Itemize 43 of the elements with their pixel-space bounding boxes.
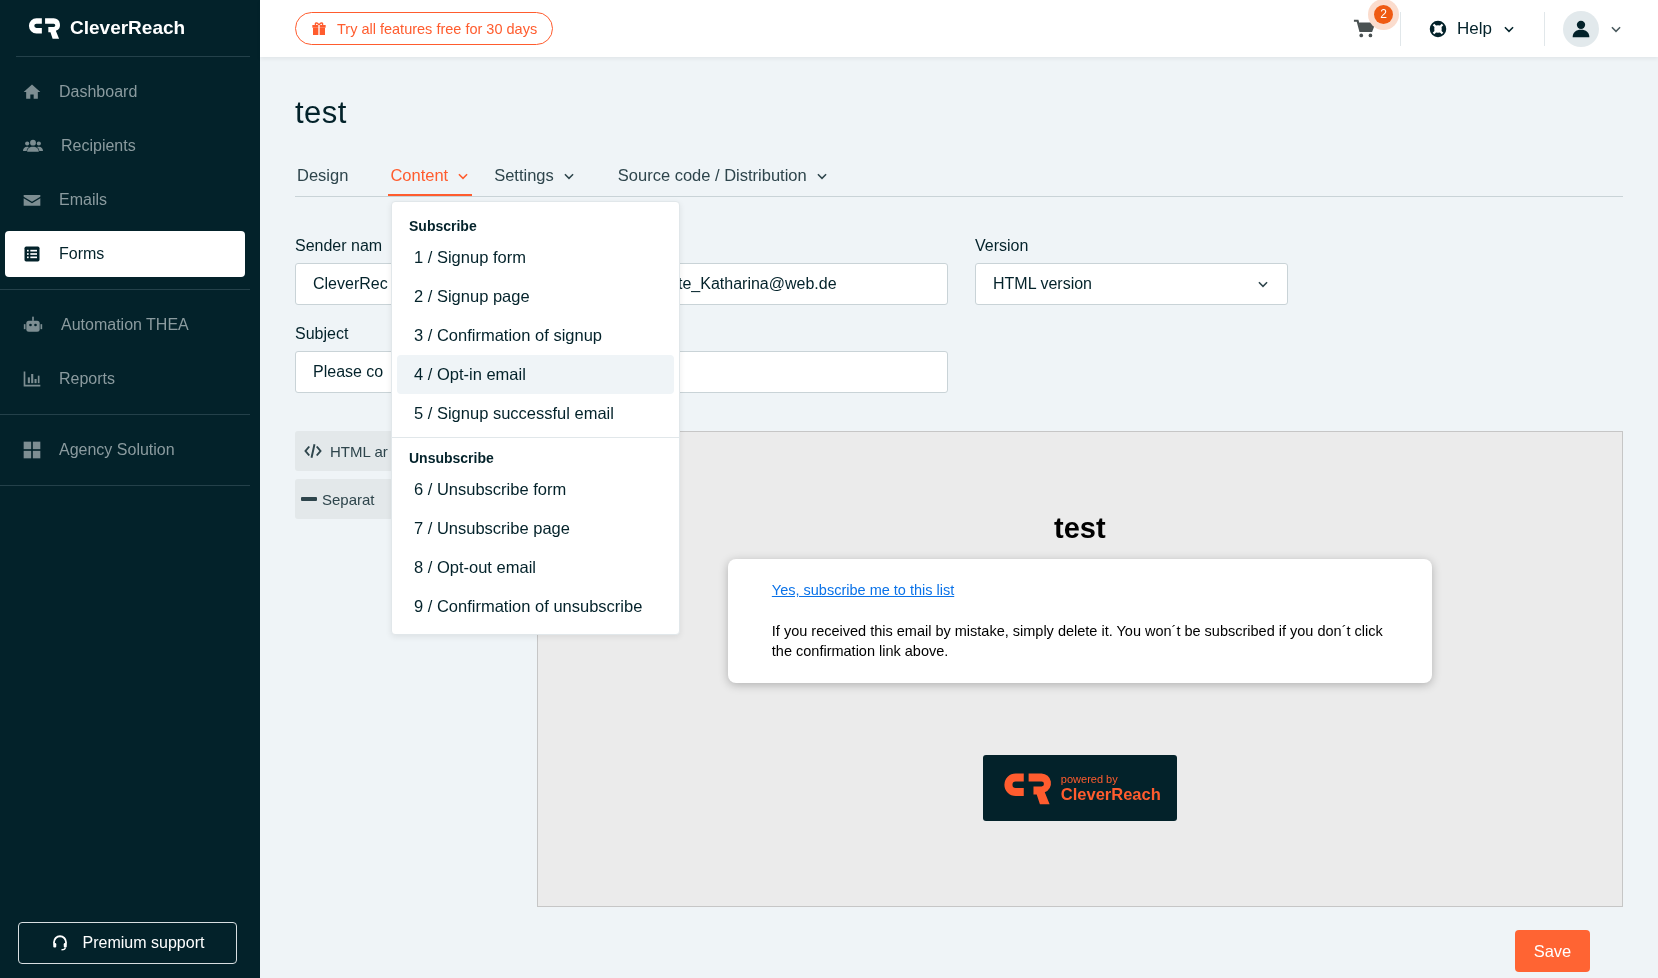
list-icon [22,244,42,264]
menu-item[interactable]: 8 / Opt-out email [397,548,674,587]
version-select[interactable]: HTML version [975,263,1288,305]
menu-item[interactable]: 5 / Signup successful email [397,394,674,433]
preview-heading: test [1054,512,1106,545]
help-menu[interactable]: Help [1401,18,1544,39]
field-label: Subject [295,325,349,344]
gift-icon [311,20,327,37]
nav-item[interactable]: Recipients [5,123,245,169]
grid-icon [22,440,42,460]
field-label: Sender nam [295,237,383,256]
menu-heading: Unsubscribe [408,449,495,468]
select-value: HTML version [993,275,1092,293]
nav-item[interactable]: Agency Solution [5,427,245,473]
headset-icon [50,934,69,952]
minus-icon [301,497,317,501]
cart-icon[interactable] [1352,17,1377,40]
bar-chart-icon [22,369,42,389]
preview-text: If you received this email by mistake, simply delete it. You won´t be subscribed if you don´t click the confirmation link above. [771,622,1384,661]
lifebuoy-icon [1429,19,1448,38]
tab[interactable]: Design [295,157,369,196]
field-label: Version [975,237,1029,256]
nav-item[interactable]: Automation THEA [5,302,245,348]
powered-by-text: powered by [1060,772,1119,785]
menu-item[interactable]: 9 / Confirmation of unsubscribe [397,587,674,626]
menu-item[interactable]: 6 / Unsubscribe form [397,470,674,509]
user-avatar[interactable] [1563,10,1599,47]
nav-item[interactable]: Emails [5,177,245,223]
menu-item[interactable]: 7 / Unsubscribe page [397,509,674,548]
brand-name: CleverReach [1060,784,1161,804]
menu-heading: Subscribe [408,217,478,236]
subscribe-link[interactable]: Yes, subscribe me to this list [771,582,955,598]
home-icon [22,82,42,102]
page-title: test [295,95,348,131]
menu-item[interactable]: 4 / Opt-in email [397,355,674,394]
tab[interactable]: Source code / Distribution [615,157,849,196]
robot-icon [22,315,44,335]
nav-item[interactable]: Dashboard [5,69,245,115]
nav-item[interactable]: Reports [5,356,245,402]
premium-support-button[interactable]: Premium support [18,922,237,964]
brand-name: CleverReach [70,17,186,39]
nav-item[interactable]: Forms [5,231,245,277]
tab[interactable]: Settings [492,157,596,196]
